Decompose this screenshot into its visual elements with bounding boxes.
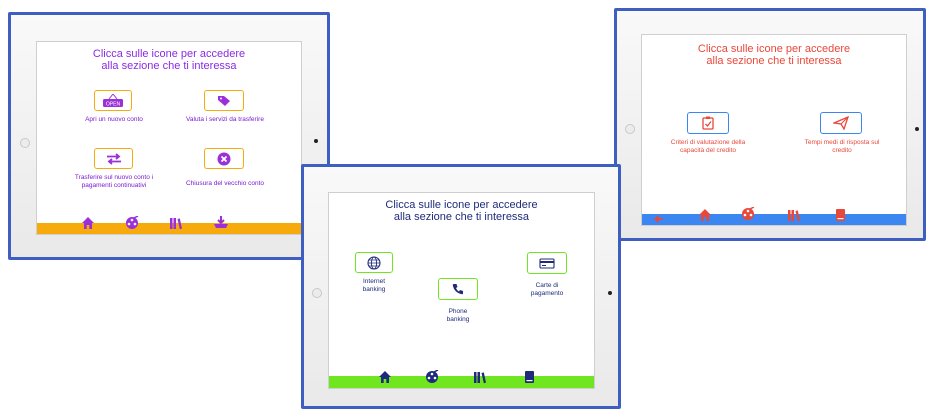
back-arrow-icon[interactable] (652, 213, 666, 225)
bottom-nav-bar (329, 370, 594, 388)
credit-criteria-button[interactable] (687, 112, 729, 134)
bottom-nav-bar (37, 215, 301, 234)
home-button-middle[interactable] (608, 291, 612, 295)
reel-icon[interactable] (740, 205, 756, 223)
home-icon[interactable] (377, 368, 393, 386)
label-line: Apri un nuovo conto (85, 116, 143, 123)
label-line: Carte di (535, 282, 559, 289)
paper-plane-icon (833, 116, 849, 130)
transfer-payments-button[interactable] (94, 148, 133, 169)
item-label: Phone banking (428, 308, 488, 323)
item-label: Criteri di valutazione della capacità de… (658, 139, 758, 154)
card-icon (539, 257, 555, 269)
response-times-button[interactable] (820, 112, 862, 134)
open-sign-icon: OPEN (103, 93, 123, 107)
tablet-left: Clicca sulle icone per accedere alla sez… (8, 12, 330, 260)
item-label: Carte di pagamento (512, 282, 582, 297)
tag-icon (218, 95, 230, 106)
evaluate-services-button[interactable] (204, 90, 244, 111)
tablet-middle: Clicca sulle icone per accedere alla sez… (301, 164, 621, 409)
screen-right: Clicca sulle icone per accedere alla sez… (641, 34, 907, 226)
payment-cards-button[interactable] (527, 252, 567, 274)
download-icon[interactable] (212, 213, 230, 231)
label-line: banking (362, 285, 386, 293)
close-old-account-button[interactable] (204, 148, 244, 169)
camera-right (625, 124, 635, 134)
label-line: Phone (448, 308, 468, 315)
book-icon[interactable] (522, 368, 536, 386)
item-label: Trasferire sul nuovo conto i pagamenti c… (55, 174, 173, 189)
title-line-2: alla sezione che ti interessa (101, 60, 237, 72)
phone-icon (452, 284, 463, 295)
transfer-arrows-icon (106, 152, 121, 165)
home-icon[interactable] (80, 214, 96, 232)
label-line: pagamenti continuativi (81, 181, 147, 189)
item-label: Valuta i servizi da trasferire (170, 116, 280, 124)
label-line: Criteri di valutazione della (670, 139, 746, 146)
label-line: banking (446, 315, 470, 323)
label-line: credito (832, 146, 852, 154)
internet-banking-button[interactable] (355, 252, 393, 273)
label-line: pagamento (530, 289, 564, 297)
open-badge-text: OPEN (106, 101, 121, 107)
reel-icon[interactable] (424, 368, 440, 386)
item-label: Tempi medi di risposta sul credito (792, 139, 892, 154)
item-label: Internet banking (345, 278, 403, 293)
title-line-1: Clicca sulle icone per accedere (385, 199, 538, 211)
label-line: Trasferire sul nuovo conto i (74, 174, 154, 181)
camera-left (20, 138, 30, 148)
home-icon[interactable] (697, 206, 713, 224)
label-line: Valuta i servizi da trasferire (186, 116, 264, 123)
home-button-right[interactable] (915, 127, 919, 131)
label-line: Internet (362, 278, 386, 285)
books-icon[interactable] (786, 206, 802, 224)
label-line: capacità del credito (679, 146, 736, 154)
close-circle-icon (217, 152, 231, 165)
books-icon[interactable] (472, 368, 488, 386)
book-icon[interactable] (833, 206, 847, 224)
tablet-right: Clicca sulle icone per accedere alla sez… (614, 8, 926, 241)
reel-icon[interactable] (124, 214, 140, 232)
bottom-nav-bar (642, 207, 906, 225)
clipboard-check-icon (702, 116, 714, 130)
camera-middle (312, 288, 322, 298)
title-line-1: Clicca sulle icone per accedere (92, 48, 246, 60)
page-title: Clicca sulle icone per accedere alla sez… (329, 199, 594, 223)
home-button-left[interactable] (314, 139, 318, 143)
page-title: Clicca sulle icone per accedere alla sez… (642, 43, 906, 67)
label-line: Chiusura del vecchio conto (185, 180, 265, 187)
screen-middle: Clicca sulle icone per accedere alla sez… (328, 192, 595, 389)
title-line-2: alla sezione che ti interessa (706, 55, 842, 67)
label-line: Tempi medi di risposta sul (804, 139, 880, 146)
item-label: Chiusura del vecchio conto (174, 180, 276, 188)
phone-banking-button[interactable] (438, 278, 478, 300)
books-icon[interactable] (168, 214, 184, 232)
title-line-1: Clicca sulle icone per accedere (697, 43, 851, 55)
globe-icon (367, 255, 381, 270)
item-label: Apri un nuovo conto (67, 116, 161, 124)
title-line-2: alla sezione che ti interessa (393, 211, 530, 223)
screen-left: Clicca sulle icone per accedere alla sez… (36, 41, 302, 235)
page-title: Clicca sulle icone per accedere alla sez… (37, 48, 301, 72)
open-account-button[interactable]: OPEN (94, 90, 132, 111)
